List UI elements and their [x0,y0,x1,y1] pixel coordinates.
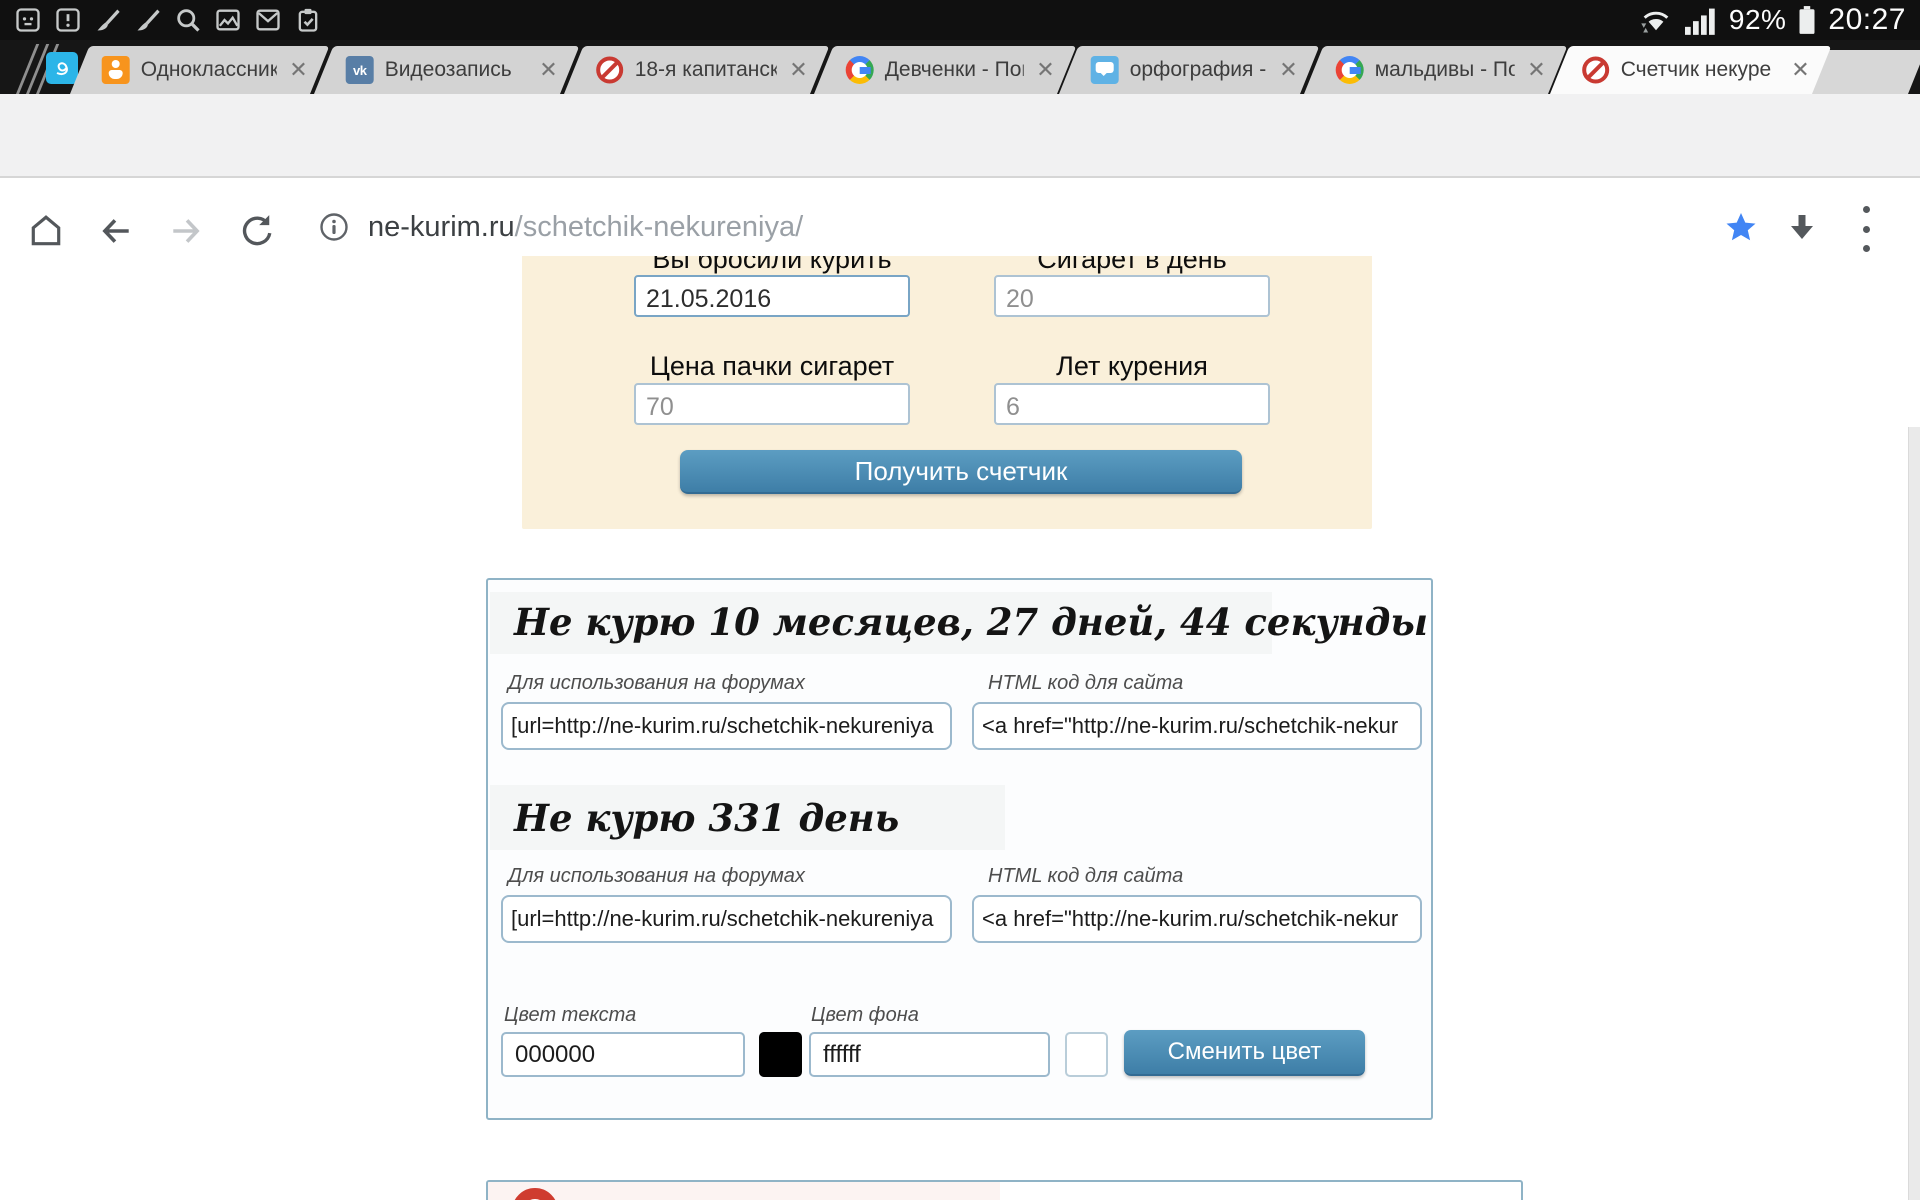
home-button[interactable] [28,213,64,249]
google-favicon [1336,56,1364,84]
download-icon[interactable] [1786,211,1818,243]
counter-form: Вы бросили курить Сигарет в день 21.05.2… [522,211,1372,529]
refresh-button[interactable] [238,213,274,249]
bg-color-swatch[interactable] [1065,1032,1108,1077]
tab-videozapis[interactable]: vk Видеозапись ✕ [314,46,579,94]
smiley-notification-icon [14,6,42,34]
counter-text-2: Не курю 331 день [514,796,899,840]
counter-text-1: Не курю 10 месяцев, 27 дней, 44 секунды [514,600,1428,644]
info-card-highlight [488,1182,1000,1200]
tab-close-icon[interactable]: ✕ [1277,57,1297,83]
page-scrollbar[interactable] [1908,427,1920,1200]
forum-chat-favicon [1091,56,1119,84]
battery-icon [1798,5,1816,35]
tab-close-icon[interactable]: ✕ [1525,57,1545,83]
browser-window: 92% 20:27 Одноклассники ✕ vk Видеоза [0,0,1920,1200]
tab-title: Одноклассники [141,58,277,82]
tab-title: 18-я капитанска [635,58,777,82]
forum-code-label-2: Для использования на форумах [508,865,805,888]
tab-odnoklassniki[interactable]: Одноклассники ✕ [70,46,329,94]
tab-maldivy[interactable]: мальдивы - Пои ✕ [1304,46,1567,94]
text-color-label: Цвет текста [504,1004,636,1027]
quit-date-input[interactable]: 21.05.2016 [634,275,910,317]
signal-icon [1685,5,1717,35]
html-code-input-2[interactable]: <a href="http://ne-kurim.ru/schetchik-ne… [972,895,1422,943]
forum-code-input-2[interactable]: [url=http://ne-kurim.ru/schetchik-nekure… [501,895,952,943]
status-indicators: 92% 20:27 [1639,3,1906,37]
tab-devchenki[interactable]: Девченки - Пои ✕ [814,46,1076,94]
html-code-label-2: HTML код для сайта [988,865,1183,888]
tab-bar: Одноклассники ✕ vk Видеозапись ✕ 18-я ка… [0,40,1920,94]
browser-toolbar: ne-kurim.ru/schetchik-nekureniya/ [0,94,1920,178]
bg-color-label: Цвет фона [811,1004,919,1027]
tab-title: орфография - "Д [1130,58,1267,82]
clipboard-notification-icon [294,6,322,34]
tab-close-icon[interactable]: ✕ [287,57,307,83]
battery-percent: 92% [1729,4,1787,36]
image-notification-icon [214,6,242,34]
alert-notification-icon [54,6,82,34]
status-bar: 92% 20:27 [0,0,1920,40]
web-page: Вы бросили курить Сигарет в день 21.05.2… [0,180,1920,1200]
google-favicon [846,56,874,84]
bookmark-star-icon[interactable] [1724,210,1758,244]
tab-orfografiya[interactable]: орфография - "Д ✕ [1059,46,1319,94]
url-path: /schetchik-nekureniya/ [515,211,804,243]
notification-icons [14,6,322,34]
wifi-icon [1639,5,1673,35]
change-color-button[interactable]: Сменить цвет [1124,1030,1365,1076]
forward-button[interactable] [168,213,204,249]
clock-time: 20:27 [1828,3,1906,37]
bg-color-input[interactable]: ffffff [809,1032,1050,1077]
get-counter-button[interactable]: Получить счетчик [680,450,1242,494]
pack-price-input[interactable]: 70 [634,383,910,425]
clean-brush-icon-2 [134,6,162,34]
tab-kapitanskaya[interactable]: 18-я капитанска ✕ [564,46,829,94]
vk-favicon: vk [346,56,374,84]
page-info-icon[interactable] [318,211,350,243]
tab-close-icon[interactable]: ✕ [1034,57,1054,83]
tab-close-icon[interactable]: ✕ [787,57,807,83]
tab-close-icon[interactable]: ✕ [1789,57,1809,83]
tab-title: Девченки - Пои [885,58,1024,82]
info-card-partial [486,1180,1523,1200]
clean-brush-icon [94,6,122,34]
address-bar[interactable]: ne-kurim.ru/schetchik-nekureniya/ [300,198,1836,256]
tab-schetchik-active[interactable]: Счетчик некуре ✕ [1550,46,1831,94]
ne-kurim-favicon [596,56,624,84]
tab-close-icon[interactable]: ✕ [537,57,557,83]
tab-title: мальдивы - Пои [1375,58,1515,82]
browser-menu-icon[interactable] [1860,206,1872,252]
ne-kurim-favicon [1582,56,1610,84]
smoking-years-input[interactable]: 6 [994,383,1270,425]
tab-title: Видеозапись [385,58,527,82]
mail-notification-icon [254,6,282,34]
text-color-input[interactable]: 000000 [501,1032,745,1077]
background-tab-favicon[interactable] [46,52,78,84]
forum-code-input-1[interactable]: [url=http://ne-kurim.ru/schetchik-nekure… [501,702,952,750]
tab-title: Счетчик некуре [1621,58,1779,82]
html-code-input-1[interactable]: <a href="http://ne-kurim.ru/schetchik-ne… [972,702,1422,750]
url-text[interactable]: ne-kurim.ru/schetchik-nekureniya/ [368,211,1712,244]
smoking-years-label: Лет курения [994,351,1270,383]
counter-results-card: Не курю 10 месяцев, 27 дней, 44 секунды … [486,578,1433,1120]
pack-price-label: Цена пачки сигарет [634,351,910,383]
cigarettes-per-day-input[interactable]: 20 [994,275,1270,317]
url-domain: ne-kurim.ru [368,211,515,243]
back-button[interactable] [98,213,134,249]
forum-code-label-1: Для использования на форумах [508,672,805,695]
search-notification-icon [174,6,202,34]
html-code-label-1: HTML код для сайта [988,672,1183,695]
odnoklassniki-favicon [102,56,130,84]
text-color-swatch[interactable] [759,1032,802,1077]
